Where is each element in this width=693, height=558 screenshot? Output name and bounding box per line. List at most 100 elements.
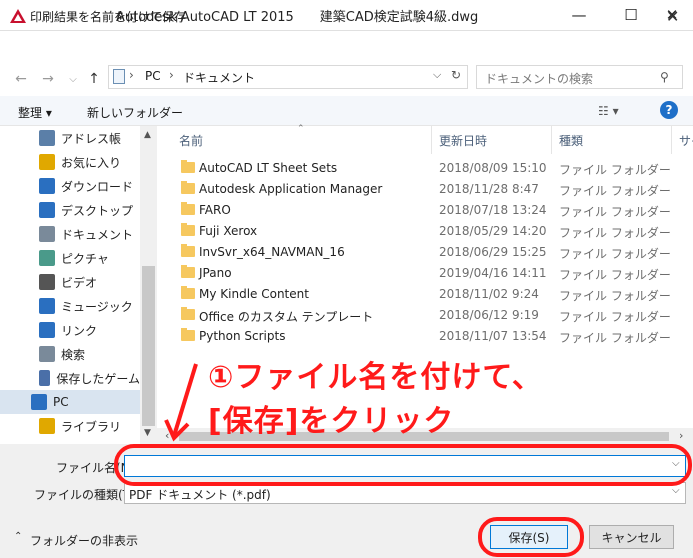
file-name: My Kindle Content [199,287,309,301]
filetype-select[interactable]: PDF ドキュメント (*.pdf) [124,482,686,504]
up-arrow-icon[interactable]: ↑ [83,68,105,90]
file-type: ファイル フォルダー [559,331,671,345]
search-icon [39,346,55,362]
list-item[interactable]: AutoCAD LT Sheet Sets 2018/08/09 15:10 ファイ… [169,158,679,179]
picture-icon [39,250,55,266]
folder-icon [181,202,195,215]
refresh-icon[interactable]: ↻ [451,68,461,82]
forward-arrow-icon[interactable]: → [37,68,59,90]
folder-icon [181,265,195,278]
list-item[interactable]: Python Scripts 2018/11/07 13:54 ファイル フォルダー [169,326,679,347]
list-item[interactable]: InvSvr_x64_NAVMAN_16 2018/06/29 15:25 ファイル… [169,242,679,263]
folder-icon [181,307,195,320]
download-icon [39,178,55,194]
list-item[interactable]: FARO 2018/07/18 13:24 ファイル フォルダー [169,200,679,221]
minimize-button[interactable]: — [556,0,602,30]
cancel-button[interactable]: キャンセル [589,525,674,549]
file-date: 2018/05/29 14:20 [439,224,547,238]
nav-item-6[interactable]: ビデオ [0,270,140,294]
nav-item-1[interactable]: お気に入り [0,150,140,174]
nav-item-8[interactable]: リンク [0,318,140,342]
maximize-button[interactable]: ☐ [608,0,654,30]
nav-scrollbar[interactable]: ▲ ▼ [140,126,157,444]
nav-item-label: ダウンロード [61,179,134,194]
chevron-up-icon[interactable]: ⌃ [14,531,22,542]
save-button[interactable]: 保存(S) [490,525,568,549]
dialog-close-button[interactable]: ✕ [666,7,679,26]
file-date: 2019/04/16 14:11 [439,266,547,280]
column-type[interactable]: 種類 [559,132,583,149]
file-name: Python Scripts [199,329,286,343]
file-name: Office のカスタム テンプレート [199,310,374,324]
nav-item-label: ミュージック [61,299,133,314]
nav-item-0[interactable]: アドレス帳 [0,126,140,150]
file-type: ファイル フォルダー [559,247,671,261]
video-icon [39,274,55,290]
organize-menu[interactable]: 整理 ▾ [18,104,52,121]
address-book-icon [39,130,55,146]
column-date[interactable]: 更新日時 [439,132,487,149]
file-name: AutoCAD LT Sheet Sets [199,161,338,175]
hide-folders-toggle[interactable]: フォルダーの非表示 [30,532,138,549]
new-folder-button[interactable]: 新しいフォルダー [87,104,183,121]
sort-up-icon: ⌃ [297,124,305,134]
desktop-icon [39,202,55,218]
nav-item-11[interactable]: PC [0,390,140,414]
nav-item-4[interactable]: ドキュメント [0,222,140,246]
autocad-logo-icon [10,9,26,23]
list-item[interactable]: JPano 2019/04/16 14:11 ファイル フォルダー [169,263,679,284]
list-item[interactable]: My Kindle Content 2018/11/02 9:24 ファイル フォル… [169,284,679,305]
filename-dropdown-icon[interactable]: ⌵ [672,458,680,469]
filename-field[interactable] [124,455,686,477]
nav-item-9[interactable]: 検索 [0,342,140,366]
folder-icon [181,244,195,257]
list-item[interactable]: Fuji Xerox 2018/05/29 14:20 ファイル フォルダー [169,221,679,242]
file-name: JPano [199,266,232,280]
search-input[interactable]: ドキュメントの検索 [476,65,683,89]
file-date: 2018/07/18 13:24 [439,203,547,217]
folder-icon [181,181,195,194]
nav-item-label: お気に入り [61,155,122,170]
nav-item-label: リンク [61,323,98,338]
address-bar[interactable]: › PC › ドキュメント ⌵ ↻ [108,65,468,89]
list-item[interactable]: Autodesk Application Manager 2018/11/28 8… [169,179,679,200]
link-icon [39,322,55,338]
nav-item-3[interactable]: デスクトップ [0,198,140,222]
nav-item-label: ビデオ [61,275,98,290]
back-arrow-icon[interactable]: ← [10,68,32,90]
file-name: FARO [199,203,231,217]
document-icon [113,69,125,84]
help-button[interactable]: ? [660,101,678,119]
star-icon [39,154,55,170]
annotation-arrow [164,363,198,442]
list-item[interactable]: Office のカスタム テンプレート 2018/06/12 9:19 ファイル フ… [169,305,679,326]
music-icon [39,298,55,314]
pc-icon [31,394,47,410]
breadcrumb-documents[interactable]: ドキュメント [183,69,255,86]
filetype-dropdown-icon[interactable]: ⌵ [672,485,680,496]
game-icon [39,370,51,386]
nav-item-label: 検索 [61,347,86,362]
annotation-line-2: [保存]をクリック [208,404,455,439]
nav-item-2[interactable]: ダウンロード [0,174,140,198]
nav-scroll-thumb[interactable] [142,266,155,426]
column-name[interactable]: 名前 [179,132,203,149]
breadcrumb-pc[interactable]: PC [145,69,161,83]
nav-item-10[interactable]: 保存したゲーム [0,366,140,390]
nav-item-label: 保存したゲーム [56,371,140,386]
file-date: 2018/06/12 9:19 [439,308,539,322]
column-size[interactable]: サイ [679,132,693,149]
dialog-title: 印刷結果を名前を付けて保存 [30,10,187,24]
file-date: 2018/08/09 15:10 [439,161,547,175]
file-name: Fuji Xerox [199,224,258,238]
nav-item-7[interactable]: ミュージック [0,294,140,318]
file-date: 2018/11/02 9:24 [439,287,539,301]
address-dropdown-icon[interactable]: ⌵ [433,68,441,82]
nav-item-5[interactable]: ピクチャ [0,246,140,270]
library-icon [39,418,55,434]
view-options-icon[interactable]: ☷ ▾ [598,104,619,118]
toolbar: 整理 ▾ 新しいフォルダー ☷ ▾ ? [0,96,693,126]
nav-item-12[interactable]: ライブラリ [0,414,140,438]
annotation-line-1: ①ファイル名を付けて、 [208,360,543,395]
recent-dropdown-icon[interactable]: ⌵ [62,68,84,90]
